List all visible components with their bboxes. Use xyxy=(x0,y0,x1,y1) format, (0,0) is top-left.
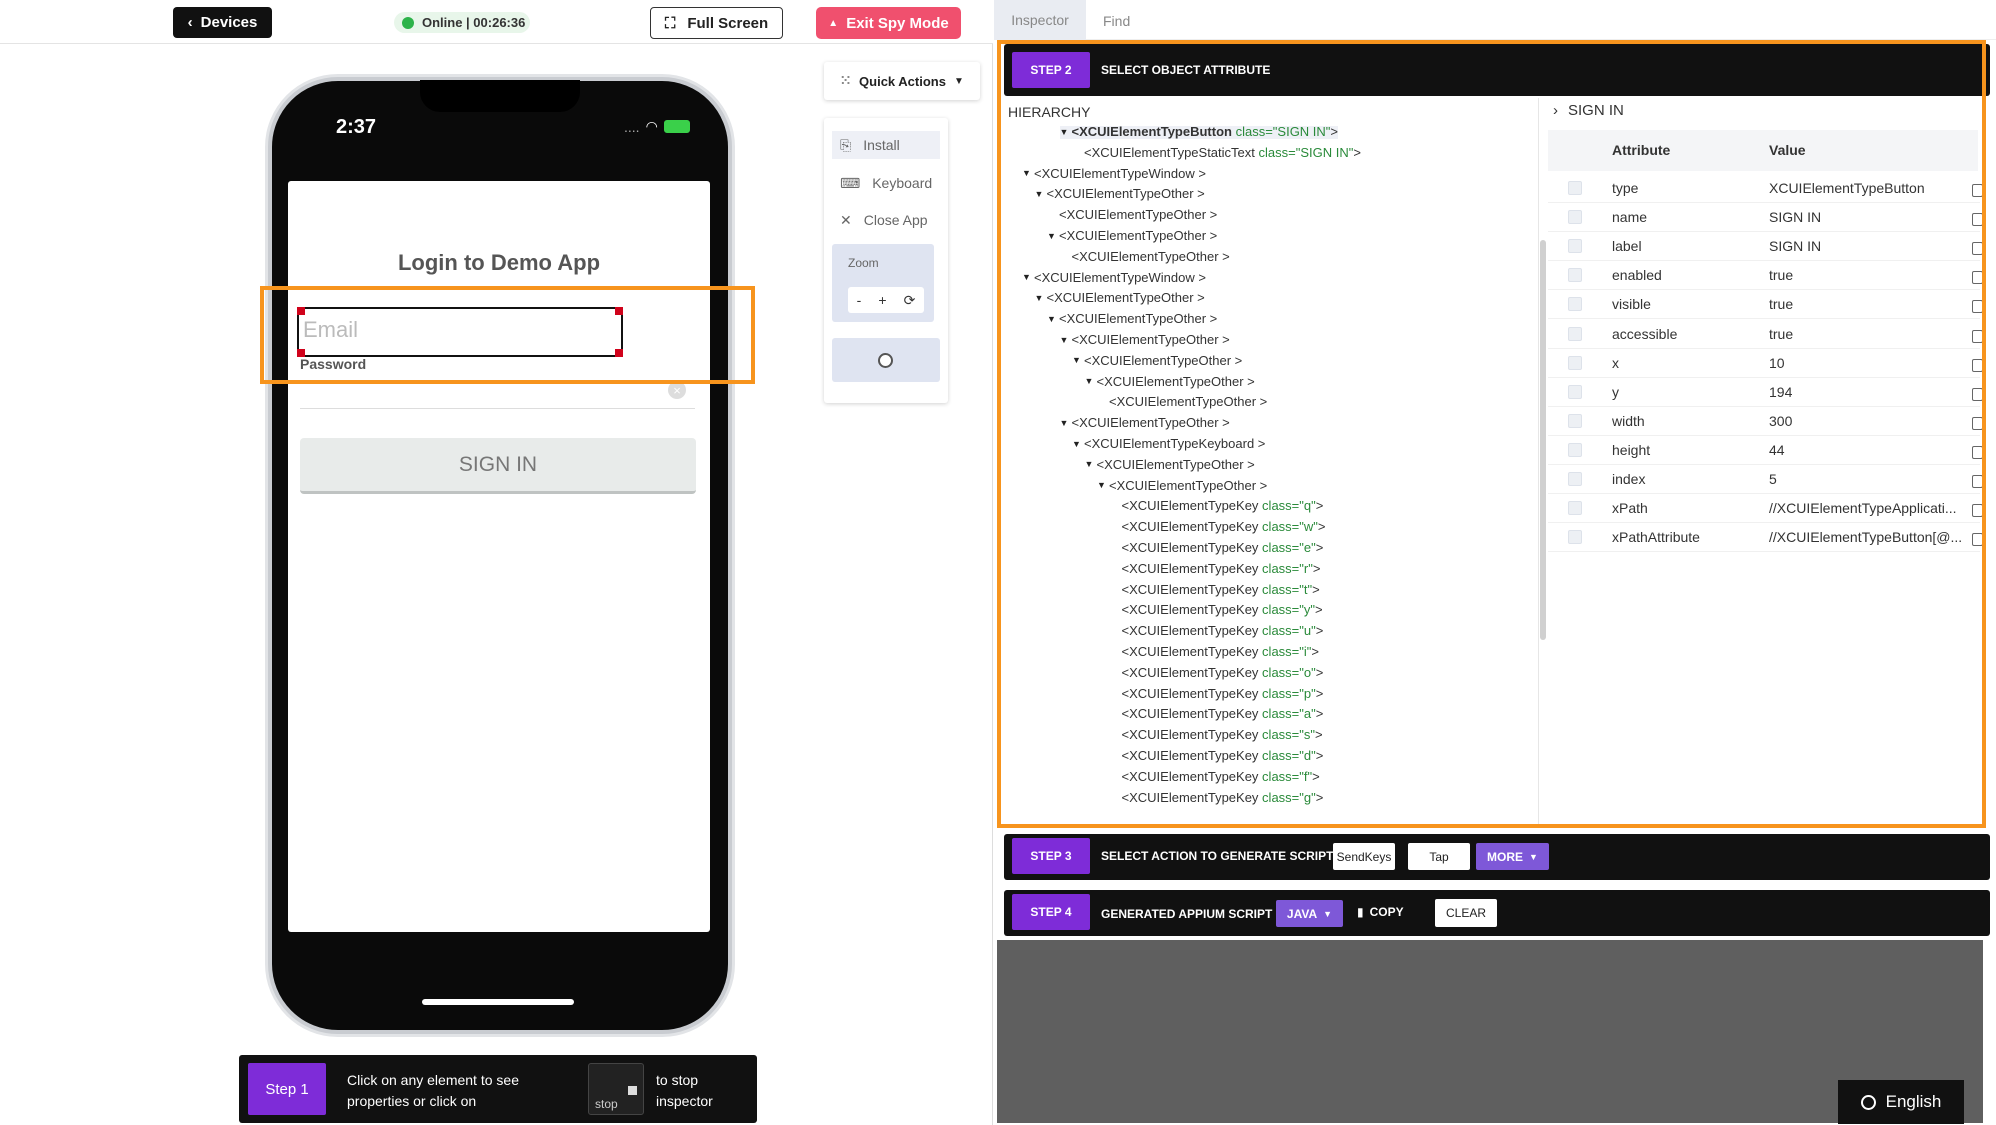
element-highlight-box xyxy=(260,286,755,384)
close-app-action[interactable]: ✕ Close App xyxy=(832,206,940,234)
globe-icon xyxy=(1860,1094,1876,1110)
password-field[interactable] xyxy=(300,408,695,409)
step1-badge: Step 1 xyxy=(248,1063,326,1115)
devices-button[interactable]: ‹ Devices xyxy=(173,7,272,38)
zoom-out-button[interactable]: - xyxy=(857,292,862,308)
home-circle-icon[interactable] xyxy=(878,353,893,368)
step4-badge: STEP 4 xyxy=(1012,894,1090,930)
battery-icon xyxy=(663,120,690,133)
keyboard-label: Keyboard xyxy=(872,175,933,191)
keyboard-icon: ⌨ xyxy=(840,174,861,191)
login-title: Login to Demo App xyxy=(397,250,601,275)
step3-badge: STEP 3 xyxy=(1012,838,1090,874)
devices-label: Devices xyxy=(200,14,258,31)
copy-label: COPY xyxy=(1369,905,1404,919)
step4-label: GENERATED APPIUM SCRIPT xyxy=(1101,907,1273,921)
tab-inspector-label: Inspector xyxy=(1011,12,1069,28)
phone-clock: 2:37 xyxy=(336,116,377,138)
sendkeys-button[interactable]: SendKeys xyxy=(1333,843,1395,870)
exit-spy-mode-label: Exit Spy Mode xyxy=(846,14,949,32)
stop-label: stop xyxy=(595,1097,618,1111)
full-screen-button[interactable]: ⛶ Full Screen xyxy=(650,7,783,39)
exit-spy-mode-button[interactable]: ▲ Exit Spy Mode xyxy=(816,7,961,39)
eject-icon: ▲ xyxy=(828,17,839,29)
quick-actions-dropdown[interactable]: ⁙ Quick Actions ▼ xyxy=(824,62,980,100)
tap-button[interactable]: Tap xyxy=(1408,843,1470,870)
phone-status-bar: .... ◠ xyxy=(624,118,690,135)
close-app-label: Close App xyxy=(863,212,928,228)
stop-icon xyxy=(628,1086,637,1095)
zoom-in-button[interactable]: + xyxy=(878,292,886,308)
sign-in-button[interactable]: SIGN IN xyxy=(300,438,696,494)
signal-icon: .... xyxy=(624,118,640,135)
language-dropdown[interactable]: JAVA ▼ xyxy=(1276,900,1343,927)
clear-button[interactable]: CLEAR xyxy=(1435,899,1497,927)
chevron-left-icon: ‹ xyxy=(187,14,193,31)
keyboard-action[interactable]: ⌨ Keyboard xyxy=(832,169,940,197)
expand-icon: ⛶ xyxy=(664,14,676,32)
install-action[interactable]: ⎘ Install xyxy=(832,131,940,159)
sign-in-label: SIGN IN xyxy=(458,452,538,476)
step2-highlight-box xyxy=(997,40,1986,828)
phone-notch xyxy=(420,80,580,112)
install-icon: ⎘ xyxy=(840,136,852,153)
online-timer: Online | 00:26:36 xyxy=(422,15,526,30)
copy-button[interactable]: ▮ COPY xyxy=(1357,905,1404,919)
more-dropdown[interactable]: MORE ▼ xyxy=(1476,843,1549,870)
language-selector[interactable]: English xyxy=(1838,1080,1964,1124)
zoom-controls: - + ⟳ xyxy=(848,287,924,313)
caret-down-icon: ▼ xyxy=(953,75,964,87)
step1-text: Click on any element to see properties o… xyxy=(347,1072,519,1109)
home-indicator xyxy=(422,999,574,1005)
zoom-label: Zoom xyxy=(848,256,879,270)
language-label: JAVA xyxy=(1286,906,1318,921)
tab-inspector[interactable]: Inspector xyxy=(994,0,1086,40)
online-status-badge: Online | 00:26:36 xyxy=(394,12,530,33)
full-screen-label: Full Screen xyxy=(687,14,769,32)
online-dot-icon xyxy=(402,16,414,29)
rotate-icon[interactable]: ⟳ xyxy=(904,292,916,309)
wifi-icon: ◠ xyxy=(645,118,658,134)
tab-find[interactable]: Find xyxy=(1103,13,1130,29)
caret-down-icon: ▼ xyxy=(1529,851,1538,862)
clipboard-icon: ▮ xyxy=(1357,905,1364,919)
close-icon: ✕ xyxy=(840,211,852,228)
quick-actions-label: Quick Actions xyxy=(859,73,946,89)
install-label: Install xyxy=(863,137,900,153)
script-scrollbar[interactable] xyxy=(1983,940,1992,1123)
step3-label: SELECT ACTION TO GENERATE SCRIPT xyxy=(1101,849,1334,863)
caret-down-icon: ▼ xyxy=(1323,908,1333,919)
more-label: MORE xyxy=(1487,849,1524,864)
tab-bar xyxy=(994,0,1996,40)
language-selector-label: English xyxy=(1885,1092,1942,1111)
grid-icon: ⁙ xyxy=(840,73,852,88)
step1-text-2: to stop inspector xyxy=(656,1072,713,1109)
